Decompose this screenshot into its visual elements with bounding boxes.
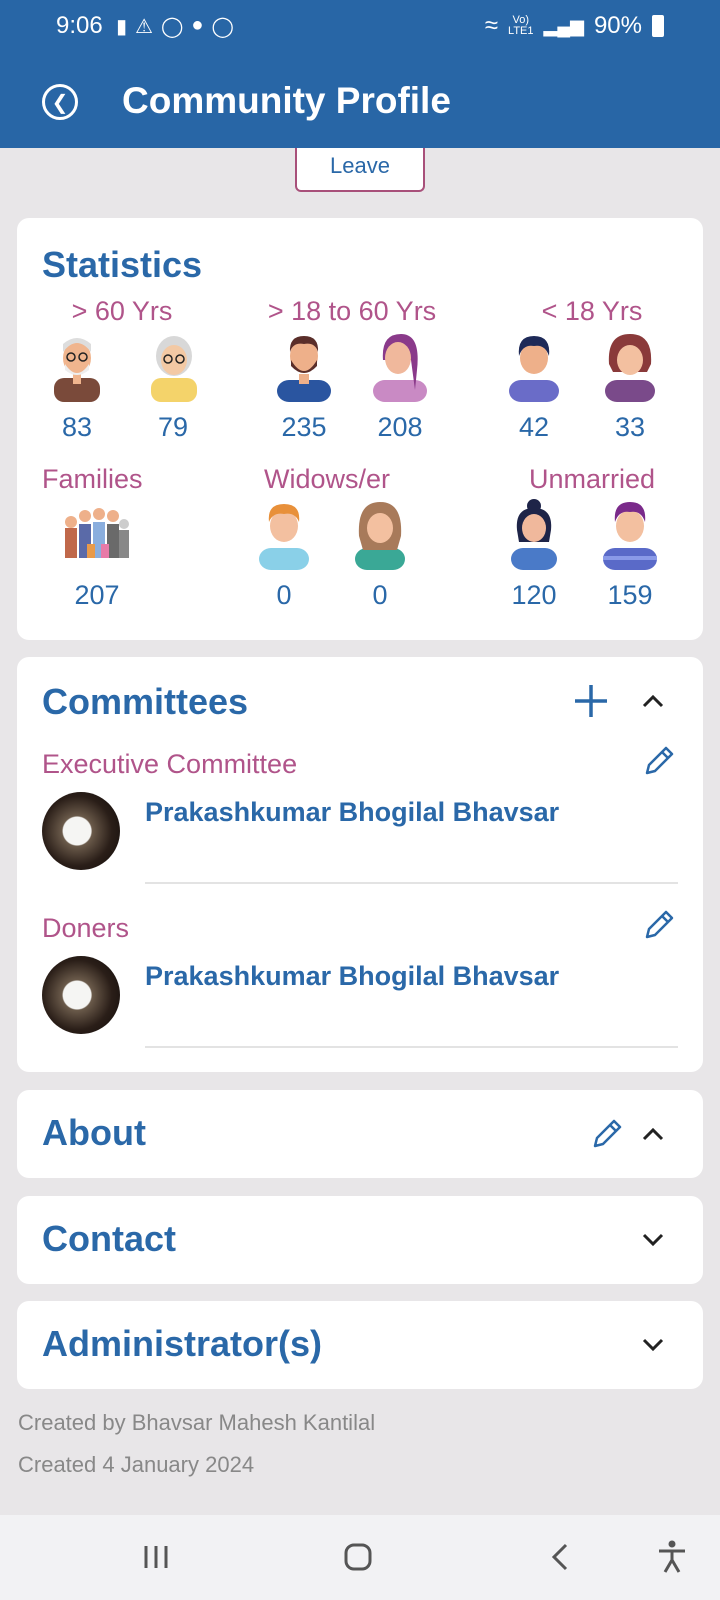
pencil-icon — [645, 746, 674, 775]
accessibility-button[interactable] — [648, 1537, 696, 1577]
status-right: ≈ Vo) LTE1 ▂▄▆ 90% — [485, 12, 664, 40]
count-families: 207 — [74, 580, 120, 610]
family-icon — [65, 508, 129, 558]
accessibility-icon — [659, 1540, 685, 1573]
senior-female-icon — [151, 336, 197, 402]
member-name[interactable]: Prakashkumar Bhogilal Bhavsar — [145, 961, 559, 992]
families-label: Families — [42, 464, 143, 494]
back-icon — [551, 1543, 568, 1571]
system-back-button[interactable] — [536, 1537, 584, 1577]
status-bar: 9:06 ▮ ⚠ ◯ ● ◯ ≈ Vo) LTE1 ▂▄▆ 90% — [0, 8, 720, 44]
about-title: About — [42, 1112, 146, 1153]
count-adult-male: 235 — [281, 412, 327, 442]
page-title: Community Profile — [122, 80, 451, 121]
unmarried-label: Unmarried — [528, 464, 656, 494]
child-male-icon — [509, 336, 559, 402]
member-name[interactable]: Prakashkumar Bhogilal Bhavsar — [145, 797, 559, 828]
collapse-committees-button[interactable] — [637, 685, 669, 717]
widow-icon — [355, 502, 405, 570]
pencil-icon — [593, 1119, 622, 1148]
widower-icon — [259, 504, 309, 570]
count-unmarried-male: 159 — [607, 580, 653, 610]
statistics-card: Statistics > 60 Yrs > 18 to 60 Yrs < 18 … — [17, 218, 703, 640]
administrators-title: Administrator(s) — [42, 1323, 323, 1364]
committees-card: Committees Executive Committee Prakashku… — [17, 657, 703, 1072]
instagram-icon: ◯ — [211, 16, 234, 38]
child-female-icon — [605, 334, 655, 402]
message-icon: ▮ — [116, 16, 128, 38]
instagram-icon: ◯ — [160, 16, 184, 38]
count-senior-female: 79 — [157, 412, 189, 442]
divider — [145, 882, 678, 884]
contact-title: Contact — [42, 1218, 176, 1259]
notification-icons: ▮ ⚠ ◯ ● ◯ — [116, 14, 234, 39]
expand-administrators-button[interactable] — [637, 1329, 669, 1361]
chevron-up-icon — [642, 694, 664, 708]
divider — [145, 1046, 678, 1048]
count-child-female: 33 — [614, 412, 646, 442]
age-group-label-minor: < 18 Yrs — [541, 296, 643, 326]
edit-about-button[interactable] — [587, 1114, 627, 1154]
committee-group-name: Doners — [42, 913, 130, 943]
chevron-down-icon — [642, 1338, 664, 1352]
network-label-bottom: LTE1 — [508, 25, 534, 37]
count-child-male: 42 — [518, 412, 550, 442]
member-avatar[interactable] — [42, 956, 120, 1034]
expand-contact-button[interactable] — [637, 1224, 669, 1256]
age-group-label-senior: > 60 Yrs — [71, 296, 173, 326]
widows-label: Widows/er — [263, 464, 391, 494]
signal-icon: ▂▄▆ — [543, 15, 584, 36]
about-section[interactable]: About — [17, 1090, 703, 1178]
edit-committee-button[interactable] — [639, 741, 679, 781]
battery-percent: 90% — [593, 12, 642, 39]
unmarried-male-icon — [603, 502, 657, 570]
count-adult-female: 208 — [377, 412, 423, 442]
leave-button[interactable]: Leave — [295, 148, 425, 192]
committees-title: Committees — [42, 681, 249, 722]
app-header: 9:06 ▮ ⚠ ◯ ● ◯ ≈ Vo) LTE1 ▂▄▆ 90% ❮ Comm… — [0, 0, 720, 148]
count-unmarried-female: 120 — [511, 580, 557, 610]
count-senior-male: 83 — [61, 412, 93, 442]
member-avatar[interactable] — [42, 792, 120, 870]
back-button[interactable]: ❮ — [42, 84, 78, 120]
collapse-about-button[interactable] — [637, 1118, 669, 1150]
unmarried-female-icon — [511, 499, 557, 570]
network-type: Vo) LTE1 — [508, 15, 533, 37]
count-widower: 0 — [276, 580, 292, 610]
adult-female-icon — [373, 334, 427, 402]
edit-committee-button[interactable] — [639, 905, 679, 945]
administrators-section[interactable]: Administrator(s) — [17, 1301, 703, 1389]
created-date-text: Created 4 January 2024 — [18, 1452, 255, 1477]
pencil-icon — [645, 910, 674, 939]
home-button[interactable] — [334, 1537, 382, 1577]
warning-icon: ⚠ — [135, 16, 153, 38]
recent-apps-icon — [144, 1546, 168, 1568]
statistics-title: Statistics — [42, 244, 203, 285]
senior-male-icon — [54, 338, 100, 402]
account-icon: ● — [191, 14, 204, 36]
created-by-text: Created by Bhavsar Mahesh Kantilal — [18, 1410, 376, 1435]
home-icon — [344, 1543, 372, 1571]
chevron-up-icon — [642, 1127, 664, 1141]
age-group-label-adult: > 18 to 60 Yrs — [267, 296, 437, 326]
adult-male-icon — [277, 336, 331, 402]
contact-section[interactable]: Contact — [17, 1196, 703, 1284]
system-nav-bar — [0, 1515, 720, 1600]
add-committee-button[interactable] — [569, 679, 613, 723]
recent-apps-button[interactable] — [132, 1537, 180, 1577]
status-time: 9:06 — [56, 12, 103, 39]
back-arrow-icon: ❮ — [51, 91, 69, 114]
count-widow: 0 — [372, 580, 388, 610]
plus-icon — [575, 685, 607, 717]
battery-icon — [652, 15, 664, 37]
wifi-icon: ≈ — [484, 12, 499, 39]
chevron-down-icon — [642, 1233, 664, 1247]
committee-group-name: Executive Committee — [42, 749, 298, 779]
